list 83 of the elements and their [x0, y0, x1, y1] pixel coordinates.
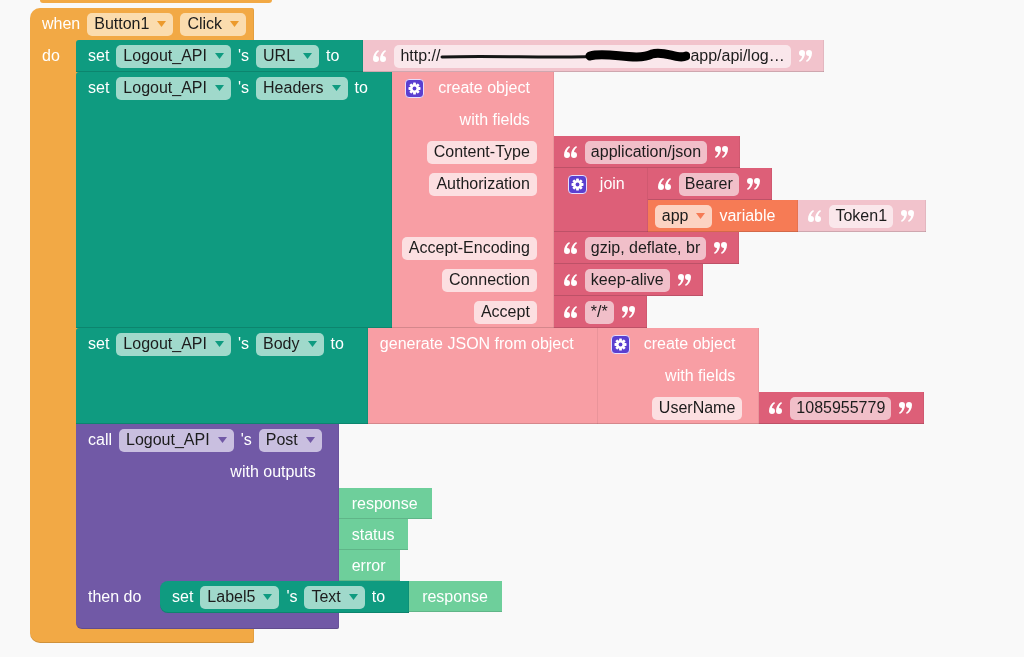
component-dropdown[interactable]: Logout_API	[116, 44, 231, 68]
caret-icon	[307, 341, 317, 347]
getter-block: response	[338, 488, 432, 519]
caret-icon	[217, 437, 227, 443]
block-label: then do	[88, 587, 142, 607]
component-dropdown[interactable]: Logout_API	[119, 428, 234, 452]
block-label: join	[599, 174, 625, 194]
block-label: to	[371, 587, 386, 607]
caret-icon	[214, 53, 224, 59]
close-quote-icon	[676, 274, 691, 286]
caret-icon	[214, 341, 224, 347]
open-quote-icon	[563, 306, 578, 318]
caret-icon	[348, 594, 358, 600]
open-quote-icon	[657, 178, 672, 190]
block-label: with fields	[665, 366, 736, 386]
text-field[interactable]: application/json	[584, 140, 708, 164]
caret-icon	[696, 213, 706, 219]
block-label: 's	[240, 430, 252, 450]
component-dropdown[interactable]: Label5	[200, 585, 280, 609]
block-label: to	[354, 78, 368, 98]
close-quote-icon	[797, 50, 812, 62]
getter-block: response	[409, 581, 502, 612]
text-field[interactable]: keep-alive	[584, 268, 670, 292]
block-label: do	[42, 46, 60, 66]
key-field[interactable]: Accept-Encoding	[401, 236, 537, 260]
open-quote-icon	[373, 50, 388, 62]
open-quote-icon	[563, 274, 578, 286]
text-field[interactable]: */*	[584, 300, 614, 324]
text-field[interactable]: 1085955779	[790, 396, 892, 420]
block-label: set	[88, 334, 110, 354]
caret-icon	[303, 53, 313, 59]
text-field[interactable]: Bearer	[678, 172, 739, 196]
property-dropdown[interactable]: Body	[256, 332, 324, 356]
close-quote-icon	[713, 242, 728, 254]
text-field[interactable]: gzip, deflate, br	[584, 236, 707, 260]
block-label: set	[172, 587, 194, 607]
block-label: to	[330, 334, 344, 354]
block-label: to	[326, 46, 340, 66]
caret-icon	[214, 85, 224, 91]
getter-block: error	[338, 550, 400, 581]
gear-icon[interactable]	[405, 78, 425, 98]
event-dropdown[interactable]: Click	[180, 12, 247, 36]
key-field[interactable]: Content-Type	[426, 140, 537, 164]
property-dropdown[interactable]: Headers	[256, 76, 348, 100]
block-label: set	[88, 46, 110, 66]
text-field[interactable]: Token1	[829, 204, 894, 228]
component-dropdown[interactable]: Logout_API	[116, 76, 231, 100]
block-label: call	[88, 430, 112, 450]
block-label: generate JSON from object	[379, 334, 574, 354]
component-dropdown[interactable]: Logout_API	[116, 332, 231, 356]
open-quote-icon	[808, 210, 823, 222]
close-quote-icon	[898, 402, 913, 414]
close-quote-icon	[714, 146, 729, 158]
property-dropdown[interactable]: Text	[304, 585, 365, 609]
block-label: with fields	[459, 110, 530, 130]
close-quote-icon	[620, 306, 635, 318]
open-quote-icon	[563, 146, 578, 158]
block-label: set	[88, 78, 110, 98]
caret-icon	[331, 85, 341, 91]
block-label: 's	[237, 78, 250, 98]
block-label: 's	[286, 587, 298, 607]
block-label: with outputs	[230, 462, 316, 482]
text-field[interactable]: http:// app/api/log…	[394, 44, 791, 68]
open-quote-icon	[769, 402, 784, 414]
close-quote-icon	[900, 210, 915, 222]
caret-icon	[305, 437, 315, 443]
gear-icon[interactable]	[567, 174, 587, 194]
gear-icon[interactable]	[610, 334, 630, 354]
block-label: 's	[237, 46, 250, 66]
block-label: 's	[237, 334, 250, 354]
block-label: create object	[643, 334, 736, 354]
property-dropdown[interactable]: URL	[256, 44, 320, 68]
caret-icon	[263, 594, 273, 600]
block-label: variable	[719, 206, 776, 226]
key-field[interactable]: Authorization	[429, 172, 537, 196]
caret-icon	[230, 21, 240, 27]
component-dropdown[interactable]: Button1	[87, 12, 174, 36]
block-label: when	[42, 14, 81, 34]
getter-block: status	[338, 519, 409, 550]
block-label: create object	[438, 78, 530, 98]
close-quote-icon	[745, 178, 760, 190]
caret-icon	[157, 21, 167, 27]
open-quote-icon	[563, 242, 578, 254]
